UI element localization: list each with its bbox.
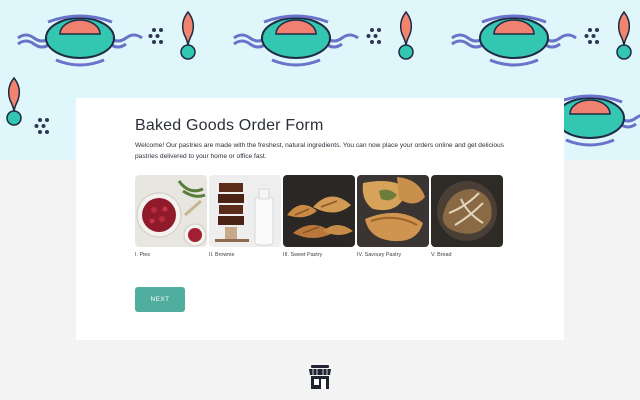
savoury-pastry-photo xyxy=(357,175,429,247)
product-option-bread[interactable]: V. Bread xyxy=(431,175,505,258)
product-label: III. Sweet Pastry xyxy=(283,252,323,258)
store-icon[interactable] xyxy=(308,364,332,390)
sweet-pastry-photo xyxy=(283,175,355,247)
product-option-sweet-pastry[interactable]: III. Sweet Pastry xyxy=(283,175,357,258)
bread-photo xyxy=(431,175,503,247)
product-label: IV. Savoury Pastry xyxy=(357,252,402,258)
product-options: I. Pies II. Brownie III. Sweet Pastry IV… xyxy=(135,175,505,258)
product-option-savoury-pastry[interactable]: IV. Savoury Pastry xyxy=(357,175,431,258)
product-option-brownie[interactable]: II. Brownie xyxy=(209,175,283,258)
product-label: I. Pies xyxy=(135,252,150,258)
product-label: II. Brownie xyxy=(209,252,235,258)
pies-photo xyxy=(135,175,207,247)
brownie-photo xyxy=(209,175,281,247)
order-form-card: Baked Goods Order Form Welcome! Our past… xyxy=(76,98,564,340)
next-button[interactable]: NEXT xyxy=(135,287,185,312)
product-option-pies[interactable]: I. Pies xyxy=(135,175,209,258)
form-intro-text: Welcome! Our pastries are made with the … xyxy=(135,142,504,160)
form-title: Baked Goods Order Form xyxy=(135,117,324,134)
product-label: V. Bread xyxy=(431,252,452,258)
